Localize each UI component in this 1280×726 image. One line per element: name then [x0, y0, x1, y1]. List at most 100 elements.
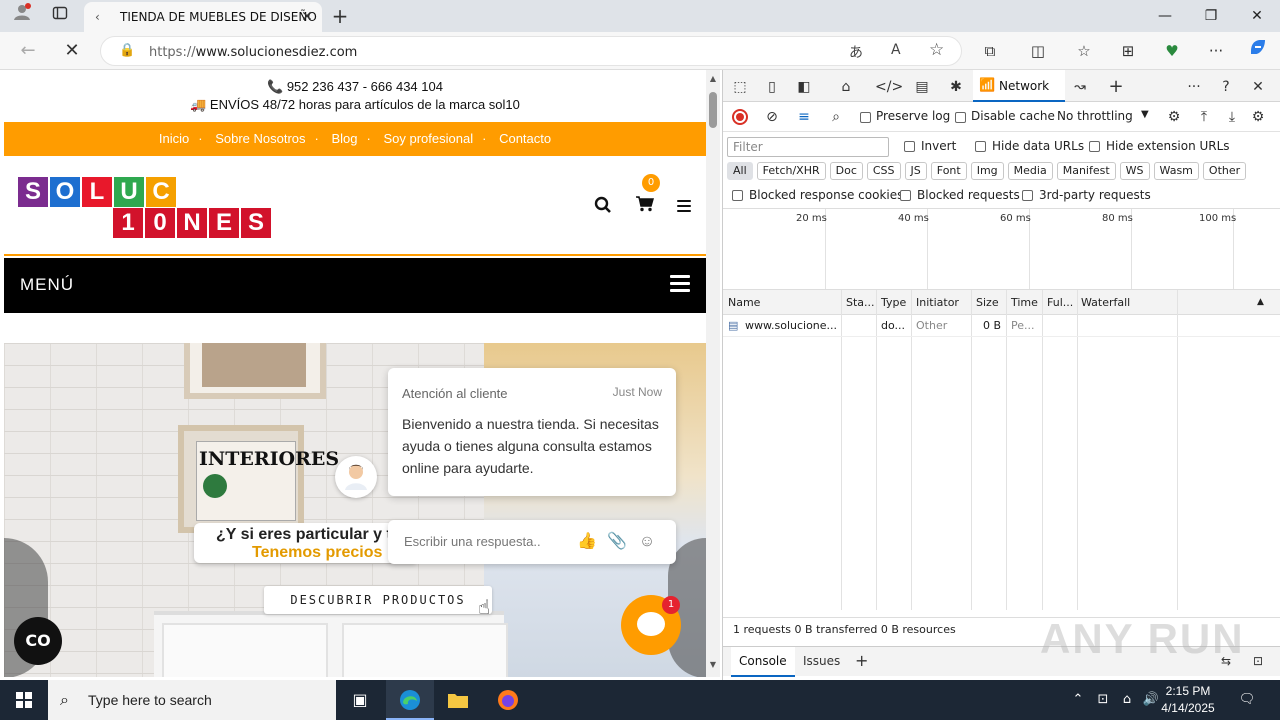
network-filter-input[interactable]: Filter: [727, 137, 889, 157]
inspect-element-icon[interactable]: ⬚: [729, 76, 751, 98]
collections-icon[interactable]: ⊞: [1114, 37, 1142, 65]
restore-icon[interactable]: ❐: [1188, 0, 1234, 32]
start-button[interactable]: [0, 680, 48, 720]
tab-network[interactable]: 📶 Network: [973, 70, 1065, 102]
export-har-icon[interactable]: ⤓: [1221, 106, 1243, 128]
add-drawer-tab-icon[interactable]: +: [847, 647, 876, 677]
help-icon[interactable]: ?: [1215, 76, 1237, 98]
filter-chip-all[interactable]: All: [727, 162, 753, 180]
accessibility-button[interactable]: CO: [14, 617, 62, 665]
favorites-icon[interactable]: ☆: [1070, 37, 1098, 65]
wifi-tray-icon[interactable]: ⌂: [1116, 680, 1138, 720]
notifications-icon[interactable]: 🗨: [1234, 680, 1260, 720]
filter-chip-css[interactable]: CSS: [866, 162, 901, 180]
third-party-checkbox[interactable]: [1022, 190, 1033, 201]
scroll-down-icon[interactable]: ▼: [708, 660, 718, 669]
stop-loading-icon[interactable]: ✕: [58, 37, 86, 65]
disable-cache-checkbox[interactable]: [955, 112, 966, 123]
thumbs-up-icon[interactable]: 👍: [576, 531, 598, 553]
back-icon[interactable]: ←: [14, 37, 42, 65]
cart-icon[interactable]: [636, 196, 656, 216]
col-time[interactable]: Time: [1011, 296, 1038, 309]
col-status[interactable]: Sta...: [846, 296, 875, 309]
col-type[interactable]: Type: [881, 296, 906, 309]
drawer-tab-console[interactable]: Console: [731, 647, 795, 677]
col-initiator[interactable]: Initiator: [916, 296, 959, 309]
elements-icon[interactable]: </>: [875, 76, 903, 98]
throttling-select[interactable]: No throttling: [1057, 109, 1133, 123]
scrollbar-thumb[interactable]: [709, 92, 717, 128]
emoji-icon[interactable]: ☺: [636, 531, 658, 553]
col-size[interactable]: Size: [976, 296, 999, 309]
filter-chip-manifest[interactable]: Manifest: [1056, 162, 1116, 180]
menu-bar[interactable]: MENÚ: [4, 258, 706, 313]
translate-icon[interactable]: あ: [849, 42, 863, 62]
hide-data-urls-checkbox[interactable]: [975, 141, 986, 152]
filter-chip-media[interactable]: Media: [1007, 162, 1053, 180]
more-tabs-plus-icon[interactable]: +: [1105, 76, 1127, 98]
clear-icon[interactable]: ⊘: [761, 106, 783, 128]
edge-browser-icon[interactable]: [386, 680, 434, 720]
nav-soy-profesional[interactable]: Soy profesional: [383, 131, 473, 146]
blocked-requests-checkbox[interactable]: [900, 190, 911, 201]
chevron-down-icon[interactable]: ▼: [1141, 109, 1149, 120]
page-scrollbar[interactable]: ▲ ▼: [706, 70, 720, 677]
col-waterfall[interactable]: Waterfall: [1081, 296, 1130, 309]
filter-chip-doc[interactable]: Doc: [829, 162, 863, 180]
favorite-star-icon[interactable]: ☆: [929, 40, 944, 60]
more-menu-icon[interactable]: ···: [1202, 37, 1230, 65]
taskbar-search[interactable]: ⌕ Type here to search: [48, 680, 336, 720]
copilot-icon[interactable]: [1244, 37, 1272, 65]
console-tab-icon[interactable]: ▤: [911, 76, 933, 98]
devtools-more-icon[interactable]: ···: [1183, 76, 1205, 98]
nav-blog[interactable]: Blog: [331, 131, 357, 146]
chat-reply-input[interactable]: Escribir una respuesta.. 👍 📎 ☺: [388, 520, 676, 564]
close-window-icon[interactable]: ✕: [1234, 0, 1280, 32]
file-explorer-icon[interactable]: [434, 680, 482, 720]
taskbar-clock[interactable]: 2:15 PM 4/14/2025: [1150, 683, 1226, 717]
dock-side-icon[interactable]: ◧: [793, 76, 815, 98]
new-tab-icon[interactable]: +: [326, 2, 354, 30]
record-icon[interactable]: [732, 109, 748, 125]
network-conditions-icon[interactable]: ⚙: [1163, 106, 1185, 128]
filter-chip-fetch-xhr[interactable]: Fetch/XHR: [756, 162, 826, 180]
discover-products-button[interactable]: DESCUBRIR PRODUCTOS: [264, 586, 492, 614]
filter-chip-other[interactable]: Other: [1202, 162, 1247, 180]
import-har-icon[interactable]: ⤒: [1193, 106, 1215, 128]
col-name[interactable]: Name: [728, 296, 760, 309]
sources-bug-icon[interactable]: ✱: [945, 76, 967, 98]
split-screen-icon[interactable]: ◫: [1024, 37, 1052, 65]
close-drawer-icon[interactable]: ⊡: [1245, 647, 1271, 677]
show-hidden-icons[interactable]: ⌃: [1068, 680, 1088, 720]
read-aloud-icon[interactable]: A: [891, 42, 901, 58]
minimize-icon[interactable]: —: [1142, 0, 1188, 32]
filter-chip-ws[interactable]: WS: [1119, 162, 1150, 180]
sort-ascending-icon[interactable]: ▲: [1257, 297, 1264, 307]
tab-actions-icon[interactable]: [46, 2, 74, 30]
address-input[interactable]: 🔒 https://www.solucionesdiez.com あ A ☆: [100, 36, 962, 66]
scroll-up-icon[interactable]: ▲: [708, 74, 718, 83]
performance-icon[interactable]: ♥: [1158, 37, 1186, 65]
table-row[interactable]: ▤ www.solucione... do... Other 0 B Pe...: [723, 315, 1280, 337]
hide-extension-urls-checkbox[interactable]: [1089, 141, 1100, 152]
close-devtools-icon[interactable]: ✕: [1247, 76, 1269, 98]
drawer-tab-issues[interactable]: Issues: [795, 647, 848, 677]
menu-hamburger-icon[interactable]: [670, 275, 690, 293]
task-view-icon[interactable]: ▣: [336, 680, 384, 720]
active-tab[interactable]: ‹ TIENDA DE MUEBLES DE DISEÑO ✕: [84, 2, 322, 32]
lock-icon[interactable]: 🔒: [119, 43, 135, 58]
network-settings-icon[interactable]: ⚙: [1247, 106, 1269, 128]
blocked-cookies-checkbox[interactable]: [732, 190, 743, 201]
invert-checkbox[interactable]: [904, 141, 915, 152]
attachment-icon[interactable]: 📎: [606, 531, 628, 553]
nav-sobre-nosotros[interactable]: Sobre Nosotros: [215, 131, 305, 146]
filter-chip-img[interactable]: Img: [970, 162, 1004, 180]
filter-chip-js[interactable]: JS: [904, 162, 927, 180]
device-emulation-icon[interactable]: ▯: [761, 76, 783, 98]
col-fulfilled[interactable]: Ful...: [1047, 296, 1073, 309]
filter-chip-wasm[interactable]: Wasm: [1153, 162, 1199, 180]
profile-icon[interactable]: [8, 2, 36, 30]
firefox-icon[interactable]: [484, 680, 532, 720]
network-overview-timeline[interactable]: 20 ms 40 ms 60 ms 80 ms 100 ms: [723, 208, 1280, 290]
header-menu-icon[interactable]: [677, 200, 691, 214]
